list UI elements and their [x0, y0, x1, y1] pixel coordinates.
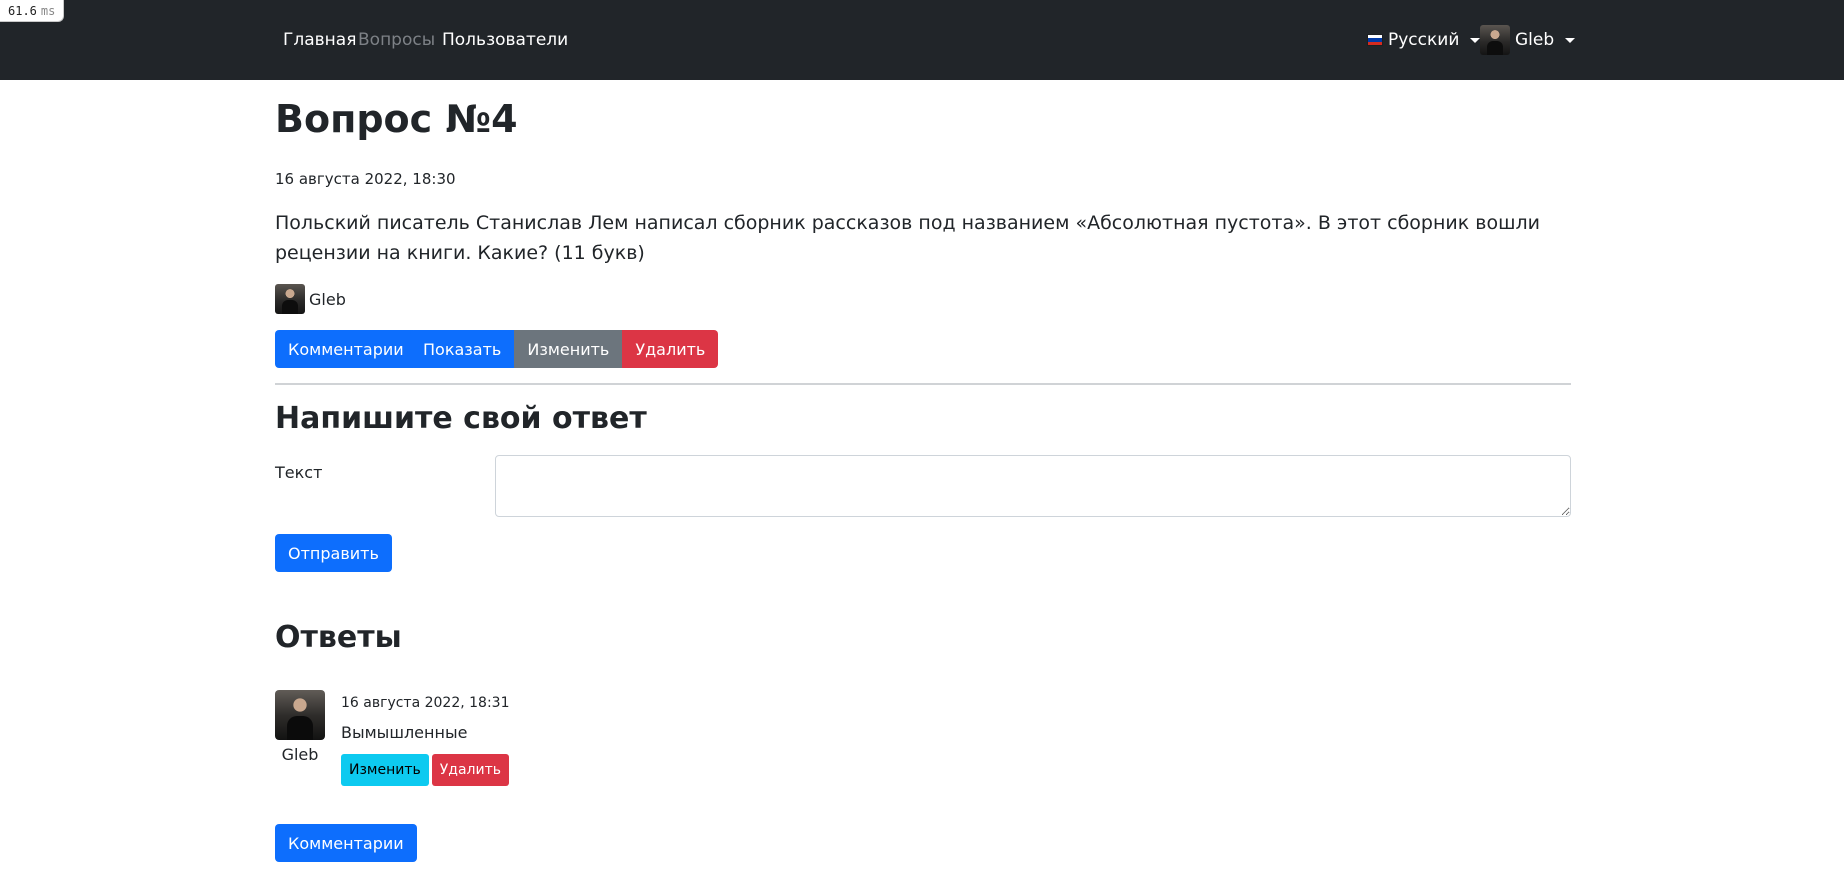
nav-link-questions[interactable]: Вопросы: [358, 28, 435, 52]
delete-question-button[interactable]: Удалить: [622, 330, 719, 368]
nav-link-users[interactable]: Пользователи: [442, 28, 568, 52]
nav-link-home[interactable]: Главная: [283, 28, 356, 52]
language-label: Русский: [1388, 30, 1460, 50]
render-time-badge: 61.6 ms: [0, 0, 65, 22]
answer-text-label: Текст: [275, 463, 323, 482]
section-divider: [275, 383, 1571, 385]
render-time-unit: ms: [40, 4, 56, 18]
top-navbar: Главная Вопросы Пользователи Русский Gle…: [0, 0, 1844, 80]
question-text: Польский писатель Станислав Лем написал …: [275, 212, 1540, 264]
submit-answer-button[interactable]: Отправить: [275, 534, 392, 572]
user-name: Gleb: [1515, 30, 1555, 50]
answer-text: Вымышленные: [341, 723, 468, 742]
question-date: 16 августа 2022, 18:30: [275, 170, 456, 188]
answer-item: Gleb 16 августа 2022, 18:31 Вымышленные …: [275, 690, 875, 810]
answer-author-name[interactable]: Gleb: [275, 744, 325, 766]
question-action-group: Показать Изменить Удалить: [410, 330, 719, 368]
question-comments-button[interactable]: Комментарии: [275, 330, 417, 368]
language-dropdown[interactable]: Русский: [1367, 24, 1481, 56]
question-author[interactable]: Gleb: [275, 283, 346, 315]
answer-text-field[interactable]: [495, 455, 1571, 517]
answer-author-avatar[interactable]: [275, 690, 325, 740]
author-avatar: [275, 284, 305, 314]
answer-comments-button[interactable]: Комментарии: [275, 824, 417, 862]
answer-form-heading: Напишите свой ответ: [275, 401, 647, 436]
author-name: Gleb: [309, 289, 346, 309]
answer-date: 16 августа 2022, 18:31: [341, 695, 510, 711]
answer-actions: Изменить Удалить: [341, 754, 509, 786]
caret-down-icon: [1565, 37, 1576, 43]
russian-flag-icon: [1367, 34, 1383, 46]
user-dropdown[interactable]: Gleb: [1480, 24, 1576, 56]
flag-stripe-red: [1368, 41, 1382, 45]
edit-question-button[interactable]: Изменить: [514, 330, 623, 368]
answers-heading: Ответы: [275, 620, 402, 655]
page-title: Вопрос №4: [275, 97, 518, 141]
user-avatar: [1480, 25, 1510, 55]
render-time-value: 61.6: [8, 4, 37, 18]
caret-down-icon: [1470, 37, 1481, 43]
edit-answer-button[interactable]: Изменить: [341, 754, 429, 786]
delete-answer-button[interactable]: Удалить: [431, 754, 509, 786]
show-answer-button[interactable]: Показать: [410, 330, 515, 368]
